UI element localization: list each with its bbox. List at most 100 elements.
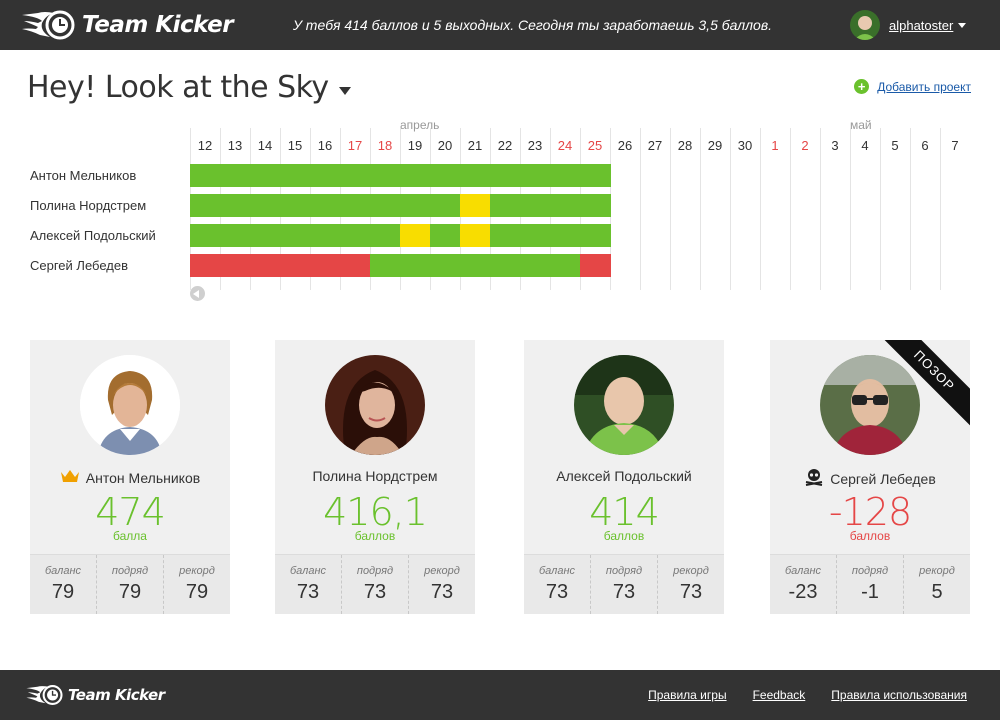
player-stats: баланс -23 подряд -1 рекорд 5 — [770, 554, 970, 614]
player-stats: баланс 73 подряд 73 рекорд 73 — [524, 554, 724, 614]
attendance-cell[interactable] — [490, 164, 521, 187]
attendance-cell[interactable] — [250, 194, 281, 217]
attendance-cell[interactable] — [280, 224, 311, 247]
player-avatar — [325, 355, 425, 455]
username-link[interactable]: alphatoster — [889, 18, 953, 33]
player-card[interactable]: Антон Мельников 474 балла баланс 79 подряд 79 р… — [30, 340, 230, 614]
attendance-cell[interactable] — [400, 254, 431, 277]
attendance-cell[interactable] — [400, 224, 431, 247]
attendance-cell[interactable] — [460, 164, 491, 187]
day-number: 20 — [437, 138, 453, 153]
attendance-cell[interactable] — [370, 254, 401, 277]
score-unit: балла — [113, 529, 147, 543]
attendance-cell[interactable] — [580, 194, 611, 217]
attendance-cell[interactable] — [550, 194, 581, 217]
attendance-cell[interactable] — [280, 194, 311, 217]
attendance-cell[interactable] — [400, 164, 431, 187]
footer-logo[interactable]: Team Kicker — [25, 683, 165, 707]
attendance-cell[interactable] — [460, 194, 491, 217]
stat-value: 73 — [679, 581, 703, 603]
attendance-cell[interactable] — [430, 164, 461, 187]
player-score: 416,1 — [323, 490, 428, 534]
attendance-cell[interactable] — [400, 194, 431, 217]
player-avatar — [574, 355, 674, 455]
attendance-cell[interactable] — [550, 254, 581, 277]
footer-link-rules[interactable]: Правила игры — [648, 688, 726, 702]
attendance-cell[interactable] — [220, 194, 251, 217]
user-avatar — [850, 10, 880, 40]
attendance-cell[interactable] — [310, 164, 341, 187]
attendance-cell[interactable] — [310, 254, 341, 277]
attendance-cell[interactable] — [580, 224, 611, 247]
chevron-down-icon[interactable] — [958, 22, 967, 28]
attendance-cell[interactable] — [370, 194, 401, 217]
player-card[interactable]: Алексей Подольский 414 баллов баланс 73 подря… — [524, 340, 724, 614]
attendance-cell[interactable] — [520, 164, 551, 187]
attendance-cell[interactable] — [250, 254, 281, 277]
attendance-cell[interactable] — [520, 254, 551, 277]
attendance-cell[interactable] — [490, 254, 521, 277]
footer-link-feedback[interactable]: Feedback — [753, 688, 806, 702]
day-number: 13 — [227, 138, 243, 153]
user-menu[interactable]: alphatoster — [850, 10, 967, 40]
attendance-cell[interactable] — [520, 194, 551, 217]
attendance-cell[interactable] — [340, 194, 371, 217]
add-project-label[interactable]: Добавить проект — [877, 80, 971, 94]
attendance-cell[interactable] — [310, 224, 341, 247]
attendance-cell[interactable] — [490, 194, 521, 217]
attendance-cell[interactable] — [520, 224, 551, 247]
stat-2: рекорд 73 — [657, 555, 724, 614]
project-selector[interactable]: Hey! Look at the Sky — [27, 70, 351, 105]
attendance-cell[interactable] — [280, 164, 311, 187]
add-project-button[interactable]: + Добавить проект — [854, 79, 971, 94]
stat-value: 5 — [931, 581, 943, 603]
attendance-cell[interactable] — [460, 254, 491, 277]
day-number: 15 — [287, 138, 303, 153]
attendance-cell[interactable] — [310, 194, 341, 217]
attendance-cell[interactable] — [430, 194, 461, 217]
day-number: 29 — [707, 138, 723, 153]
player-score: 414 — [589, 490, 660, 534]
stat-label: баланс — [44, 565, 82, 577]
attendance-cell[interactable] — [580, 254, 611, 277]
attendance-cell[interactable] — [340, 254, 371, 277]
attendance-cell[interactable] — [250, 224, 281, 247]
player-card[interactable]: Сергей Лебедев -128 баллов баланс -23 подряд -… — [770, 340, 970, 614]
attendance-cell[interactable] — [220, 224, 251, 247]
attendance-cell[interactable] — [280, 254, 311, 277]
attendance-cell[interactable] — [190, 194, 221, 217]
player-card[interactable]: Полина Нордстрем 416,1 баллов баланс 73 подря… — [275, 340, 475, 614]
attendance-cell[interactable] — [550, 164, 581, 187]
day-number: 24 — [557, 138, 573, 153]
attendance-cell[interactable] — [370, 164, 401, 187]
attendance-cell[interactable] — [340, 164, 371, 187]
attendance-cell[interactable] — [190, 224, 221, 247]
top-bar: Team Kicker У тебя 414 баллов и 5 выходн… — [0, 0, 1000, 50]
project-title[interactable]: Hey! Look at the Sky — [27, 70, 329, 105]
attendance-cell[interactable] — [460, 224, 491, 247]
attendance-cell[interactable] — [250, 164, 281, 187]
score-unit: баллов — [354, 529, 396, 543]
attendance-cell[interactable] — [190, 254, 221, 277]
stat-label: баланс — [289, 565, 327, 577]
attendance-cell[interactable] — [190, 164, 221, 187]
player-name-row: Сергей Лебедев — [770, 468, 970, 489]
player-name-row: Антон Мельников — [30, 468, 230, 487]
app-logo[interactable]: Team Kicker — [20, 9, 234, 41]
attendance-cell[interactable] — [580, 164, 611, 187]
attendance-cell[interactable] — [220, 254, 251, 277]
attendance-cell[interactable] — [430, 254, 461, 277]
attendance-cell[interactable] — [370, 224, 401, 247]
attendance-cell[interactable] — [490, 224, 521, 247]
stat-label: баланс — [784, 565, 822, 577]
attendance-cell[interactable] — [430, 224, 461, 247]
attendance-cell[interactable] — [220, 164, 251, 187]
caret-down-icon[interactable] — [338, 86, 351, 95]
player-name: Сергей Лебедев — [830, 470, 936, 487]
attendance-cell[interactable] — [340, 224, 371, 247]
footer-link-terms[interactable]: Правила использования — [831, 688, 967, 702]
stat-value: 73 — [430, 581, 454, 603]
stat-1: подряд 73 — [341, 555, 408, 614]
stat-value: 79 — [118, 581, 142, 603]
attendance-cell[interactable] — [550, 224, 581, 247]
